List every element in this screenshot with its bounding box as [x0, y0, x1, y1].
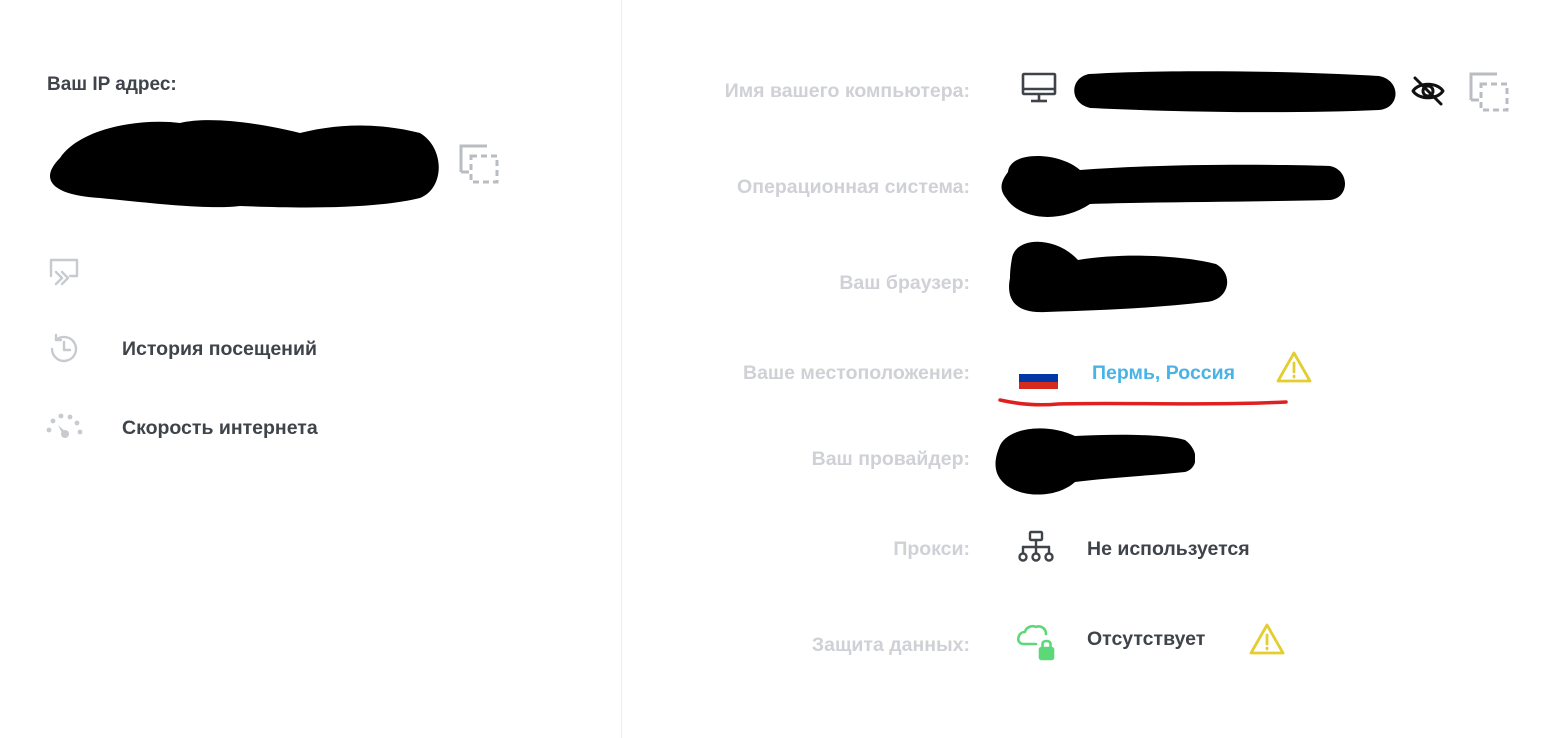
history-icon	[44, 329, 84, 369]
data-protection-label: Защита данных:	[811, 634, 970, 656]
warning-icon[interactable]	[1249, 622, 1285, 656]
nav-item-speed[interactable]: Скорость интернета	[44, 408, 318, 448]
monitor-icon	[1020, 72, 1058, 104]
os-redacted	[1001, 156, 1345, 217]
cast-icon[interactable]	[48, 256, 80, 288]
computer-name-redacted	[1074, 71, 1396, 113]
location-underline	[998, 398, 1288, 407]
provider-label: Ваш провайдер:	[811, 448, 970, 470]
column-divider	[621, 0, 622, 738]
warning-icon[interactable]	[1276, 350, 1312, 384]
browser-label: Ваш браузер:	[839, 272, 970, 294]
ip-address-title: Ваш IP адрес:	[47, 74, 177, 95]
nav-item-label: Скорость интернета	[122, 416, 318, 439]
provider-redacted	[995, 428, 1195, 495]
proxy-value: Не используется	[1087, 538, 1250, 560]
russia-flag	[1019, 367, 1058, 389]
network-icon	[1018, 530, 1054, 564]
location-value[interactable]: Пермь, Россия	[1092, 362, 1235, 385]
copy-icon[interactable]	[459, 144, 499, 184]
speedometer-icon	[44, 408, 84, 448]
browser-redacted	[1009, 241, 1228, 313]
cloud-lock-icon	[1016, 624, 1058, 662]
ip-address-redacted	[49, 120, 439, 208]
location-label: Ваше местоположение:	[742, 362, 970, 384]
computer-name-label: Имя вашего компьютера:	[724, 80, 970, 102]
nav-item-label: История посещений	[122, 337, 317, 360]
data-protection-value: Отсутствует	[1087, 628, 1206, 650]
copy-icon[interactable]	[1469, 72, 1509, 112]
os-label: Операционная система:	[737, 176, 970, 198]
nav-item-history[interactable]: История посещений	[44, 329, 317, 369]
eye-off-icon[interactable]	[1410, 74, 1446, 108]
proxy-label: Прокси:	[893, 538, 970, 560]
